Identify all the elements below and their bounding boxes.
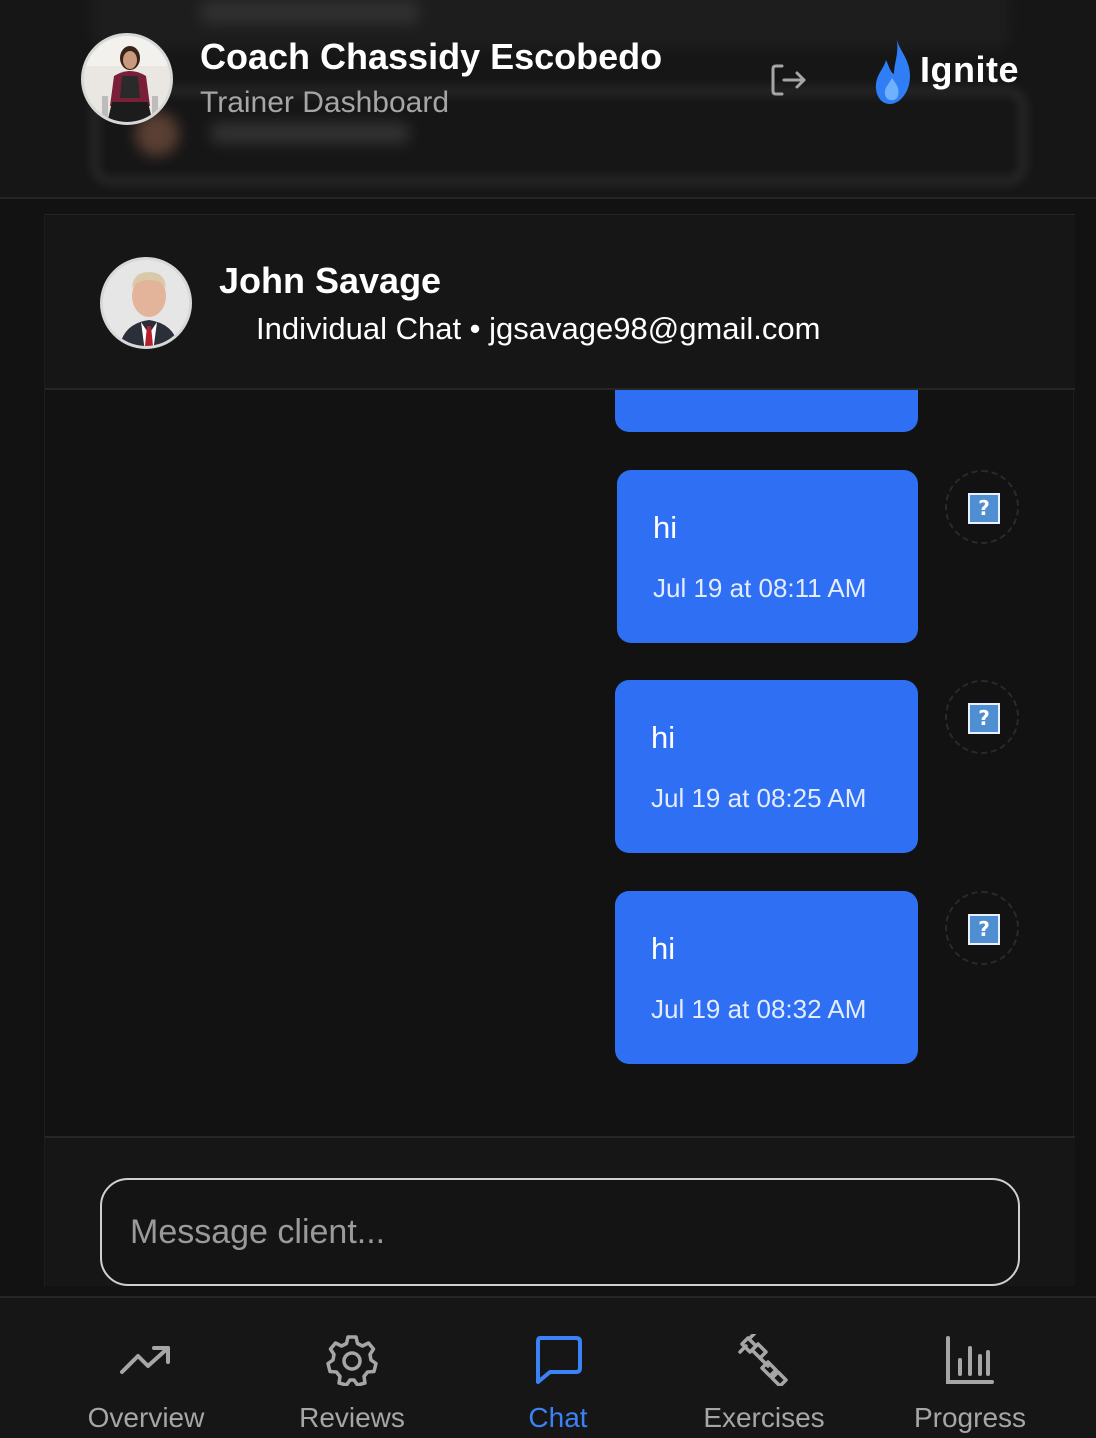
logout-icon: [771, 64, 806, 96]
chat-bubble-icon: [536, 1336, 582, 1384]
nav-label: Overview: [87, 1402, 205, 1433]
coach-name: Coach Chassidy Escobedo: [200, 36, 663, 77]
client-avatar: [100, 257, 192, 349]
message-bubble: hi Jul 19 at 08:25 AM: [615, 680, 918, 853]
message-text: hi: [653, 510, 678, 545]
background-blur-text: [200, 0, 420, 24]
message-timestamp: Jul 19 at 08:32 AM: [651, 994, 867, 1024]
message-bubble-partial: [615, 390, 918, 432]
gear-icon: [326, 1335, 378, 1386]
nav-label: Chat: [528, 1402, 588, 1433]
message-text: hi: [651, 931, 676, 966]
message-timestamp: Jul 19 at 08:11 AM: [653, 573, 867, 603]
nav-item-overview[interactable]: Overview: [43, 1298, 249, 1438]
message-status[interactable]: ?: [945, 680, 1019, 754]
coach-avatar: [81, 33, 173, 125]
message-text: hi: [651, 720, 676, 755]
flame-icon: [875, 36, 910, 104]
nav-item-reviews[interactable]: Reviews: [249, 1298, 455, 1438]
brand-logo: Ignite: [872, 34, 1019, 106]
dumbbell-icon: [738, 1334, 788, 1386]
logout-button[interactable]: [768, 60, 810, 100]
chat-header: John Savage Individual Chat • jgsavage98…: [45, 214, 1075, 390]
trending-up-icon: [120, 1346, 170, 1374]
message-bubble: hi Jul 19 at 08:32 AM: [615, 891, 918, 1064]
question-mark-icon: ?: [968, 493, 1000, 524]
message-status[interactable]: ?: [945, 891, 1019, 965]
top-header: Coach Chassidy Escobedo Trainer Dashboar…: [0, 0, 1096, 199]
message-bubble: hi Jul 19 at 08:11 AM: [617, 470, 918, 643]
message-timestamp: Jul 19 at 08:25 AM: [651, 783, 867, 813]
background-blur-label: [210, 122, 410, 144]
message-input[interactable]: [100, 1178, 1020, 1286]
dashboard-subtitle: Trainer Dashboard: [200, 86, 450, 119]
nav-label: Exercises: [703, 1402, 825, 1433]
bar-chart-icon: [946, 1336, 994, 1384]
nav-label: Progress: [913, 1402, 1027, 1433]
client-name: John Savage: [219, 260, 442, 301]
nav-item-progress[interactable]: Progress: [867, 1298, 1073, 1438]
nav-item-chat[interactable]: Chat: [455, 1298, 661, 1438]
question-mark-icon: ?: [968, 703, 1000, 734]
chat-panel: John Savage Individual Chat • jgsavage98…: [44, 214, 1075, 1286]
client-meta: Individual Chat • jgsavage98@gmail.com: [256, 311, 821, 346]
question-mark-icon: ?: [968, 914, 1000, 945]
message-list: hi Jul 19 at 08:11 AM ? hi Jul 19 at 08:…: [45, 390, 1075, 1136]
brand-name: Ignite: [920, 49, 1019, 90]
message-status[interactable]: ?: [945, 470, 1019, 544]
composer: [45, 1136, 1075, 1286]
nav-label: Reviews: [299, 1402, 405, 1433]
bottom-nav: Overview Reviews Chat Exercises Progress: [0, 1296, 1096, 1438]
app-root: Coach Chassidy Escobedo Trainer Dashboar…: [0, 0, 1096, 1438]
nav-item-exercises[interactable]: Exercises: [661, 1298, 867, 1438]
